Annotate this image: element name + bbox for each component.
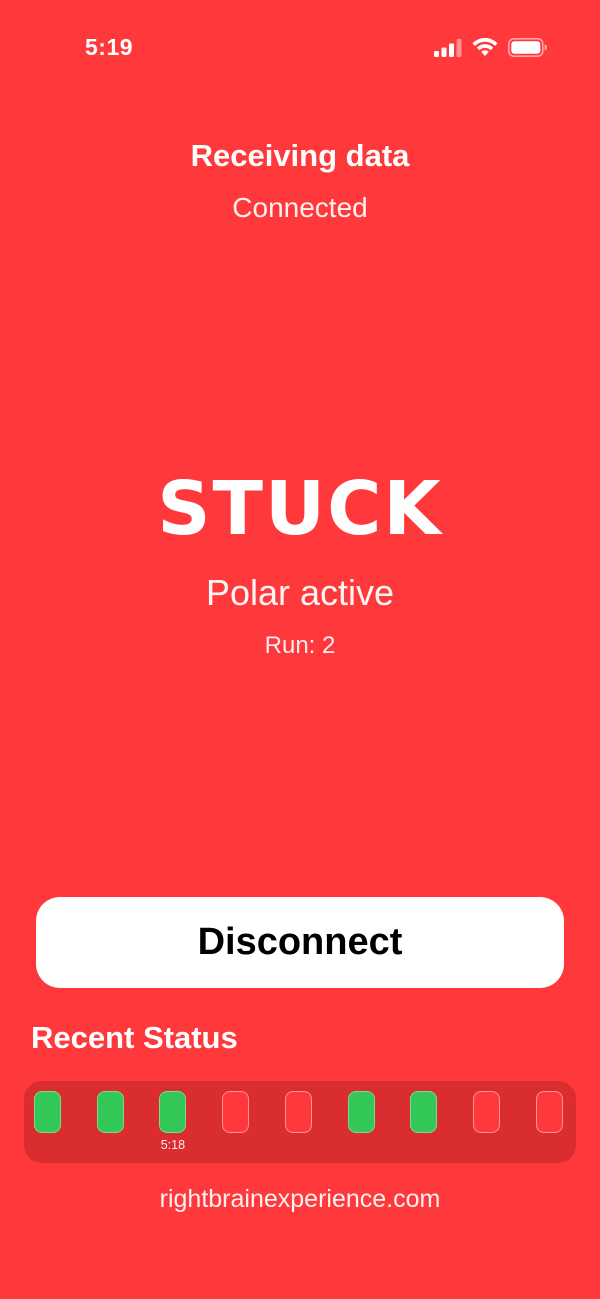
connection-title: Receiving data bbox=[190, 138, 410, 173]
website-link[interactable]: rightbrainexperience.com bbox=[0, 1185, 600, 1214]
state-label: STUCK bbox=[157, 466, 443, 552]
disconnect-button[interactable]: Disconnect bbox=[36, 897, 564, 988]
status-tick bbox=[410, 1091, 438, 1133]
status-bar: 5:19 bbox=[0, 0, 600, 96]
status-tick bbox=[347, 1091, 375, 1133]
recent-status-title: Recent Status bbox=[31, 1020, 238, 1055]
connection-status: Connected bbox=[232, 192, 368, 223]
cellular-signal-icon bbox=[434, 38, 462, 57]
status-tick bbox=[284, 1091, 312, 1133]
run-counter: Run: 2 bbox=[264, 632, 336, 659]
status-tick bbox=[222, 1091, 250, 1133]
battery-icon bbox=[508, 38, 548, 57]
status-tick-time: 5:18 bbox=[160, 1138, 186, 1152]
wifi-icon bbox=[472, 38, 498, 57]
status-tick bbox=[472, 1091, 500, 1133]
status-tick bbox=[535, 1091, 563, 1133]
status-icons bbox=[434, 38, 548, 57]
status-tick bbox=[159, 1091, 187, 1133]
status-tick bbox=[34, 1091, 61, 1133]
status-time: 5:19 bbox=[85, 34, 134, 60]
recent-status-timeline: 5:18 bbox=[24, 1081, 576, 1163]
status-tick bbox=[96, 1091, 124, 1133]
state-detail: Polar active bbox=[205, 572, 395, 613]
